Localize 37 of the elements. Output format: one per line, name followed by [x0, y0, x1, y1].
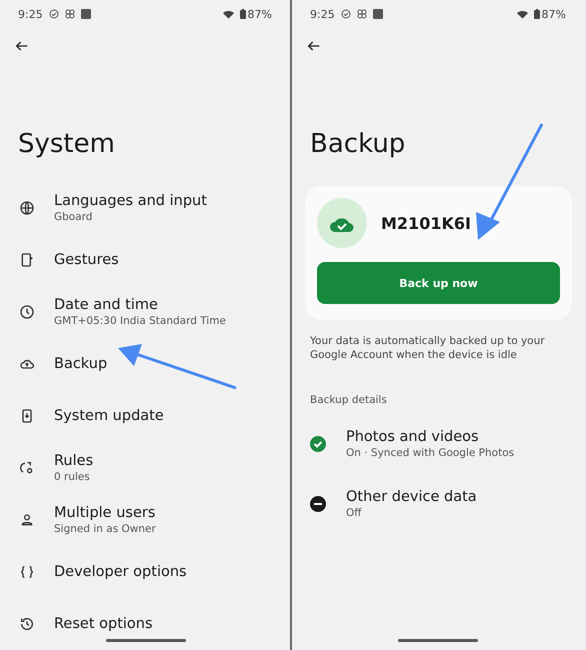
- check-circle-icon: [340, 9, 351, 19]
- clock-icon: [19, 304, 35, 320]
- battery-percent: 87%: [542, 8, 566, 20]
- back-up-now-button[interactable]: Back up now: [317, 262, 560, 304]
- status-time: 9:25: [310, 8, 335, 20]
- settings-item[interactable]: Backup: [0, 338, 290, 390]
- square-icon: [80, 9, 91, 19]
- backup-detail-item[interactable]: Photos and videos On · Synced with Google Photos: [292, 414, 584, 474]
- square-icon: [372, 9, 383, 19]
- backup-description: Your data is automatically backed up to your Google Account when the device is idle: [309, 334, 546, 362]
- settings-item[interactable]: System update: [0, 390, 290, 442]
- rules-icon: [19, 460, 35, 476]
- globe-icon: [19, 200, 35, 216]
- settings-item[interactable]: Developer options: [0, 546, 290, 598]
- cloud-check-icon: [317, 198, 367, 248]
- settings-item[interactable]: Gestures: [0, 234, 290, 286]
- wifi-icon: [516, 10, 528, 18]
- braces-icon: [19, 564, 35, 580]
- settings-item[interactable]: Multiple users Signed in as Owner: [0, 494, 290, 546]
- check-circle-icon: [48, 9, 59, 19]
- battery-icon: [240, 9, 246, 19]
- backup-detail-item[interactable]: Other device data Off: [292, 474, 584, 534]
- settings-item[interactable]: Reset options: [0, 598, 290, 650]
- phone-icon: [19, 252, 35, 268]
- status-time: 9:25: [18, 8, 43, 20]
- settings-item[interactable]: Date and time GMT+05:30 India Standard Time: [0, 286, 290, 338]
- person-icon: [19, 512, 35, 528]
- page-title: System: [17, 128, 116, 161]
- history-icon: [19, 616, 35, 632]
- battery-percent: 87%: [248, 8, 272, 20]
- settings-item[interactable]: Rules 0 rules: [0, 442, 290, 494]
- section-header: Backup details: [309, 393, 388, 408]
- settings-item[interactable]: Languages and input Gboard: [0, 182, 290, 234]
- page-title: Backup: [309, 128, 406, 161]
- battery-icon: [534, 9, 540, 19]
- device-name: M2101K6I: [381, 214, 471, 232]
- wifi-icon: [222, 10, 234, 18]
